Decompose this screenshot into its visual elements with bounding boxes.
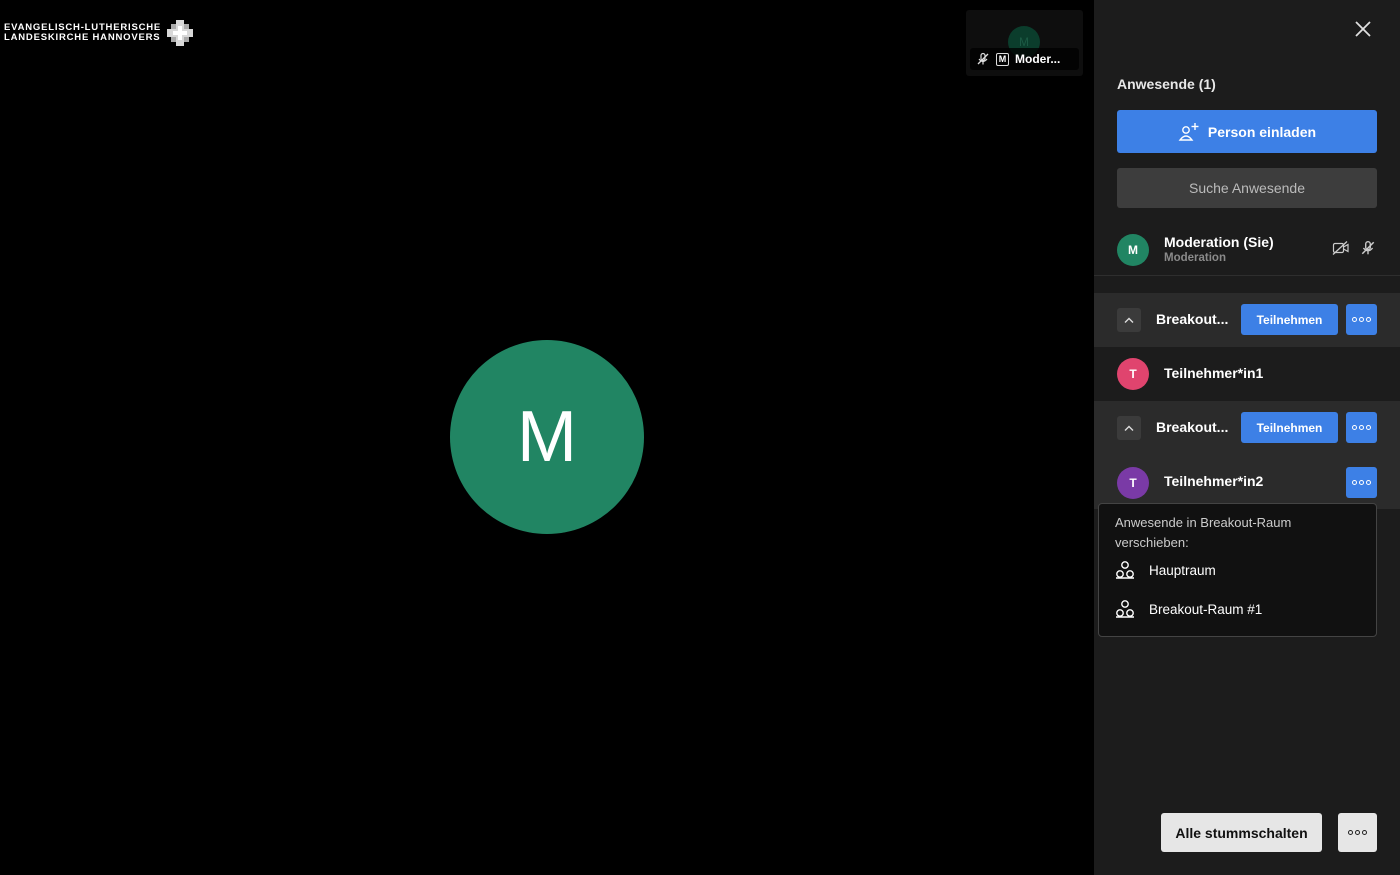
cross-logo-icon bbox=[167, 20, 194, 46]
breakout-room-row: Breakout... Teilnehmen bbox=[1094, 293, 1400, 347]
chevron-up-icon bbox=[1124, 317, 1134, 323]
camera-off-icon[interactable] bbox=[1332, 240, 1350, 256]
participant-status-icons bbox=[1332, 240, 1376, 256]
more-options-icon bbox=[1352, 317, 1371, 322]
invite-person-label: Person einladen bbox=[1207, 123, 1317, 140]
self-participant-row: M Moderation (Sie) Moderation bbox=[1094, 224, 1400, 276]
panel-more-options-button[interactable] bbox=[1338, 813, 1377, 852]
breakout-room-name: Breakout... bbox=[1156, 311, 1229, 327]
logo-line-2: LANDESKIRCHE HANNOVERS bbox=[4, 32, 161, 43]
thumbnail-label-bar: M Moder... bbox=[970, 48, 1079, 70]
avatar: M bbox=[1117, 234, 1149, 266]
rooms-icon bbox=[1116, 561, 1134, 579]
participant-name: Teilnehmer*in1 bbox=[1164, 365, 1264, 381]
menu-title: Anwesende in Breakout-Raum verschieben: bbox=[1115, 515, 1292, 550]
mute-all-button[interactable]: Alle stummschalten bbox=[1161, 813, 1322, 852]
collapse-room-button[interactable] bbox=[1117, 416, 1141, 440]
more-options-icon bbox=[1352, 425, 1371, 430]
menu-item-label: Hauptraum bbox=[1149, 562, 1216, 578]
mic-muted-icon bbox=[977, 52, 989, 65]
menu-item-main-room[interactable]: Hauptraum bbox=[1115, 561, 1216, 579]
mic-muted-icon[interactable] bbox=[1360, 240, 1376, 256]
chevron-up-icon bbox=[1124, 425, 1134, 431]
menu-item-label: Breakout-Raum #1 bbox=[1149, 601, 1263, 617]
menu-item-breakout-room-1[interactable]: Breakout-Raum #1 bbox=[1115, 600, 1262, 618]
close-panel-button[interactable] bbox=[1352, 18, 1374, 40]
more-options-icon bbox=[1352, 480, 1371, 485]
invite-person-button[interactable]: Person einladen bbox=[1117, 110, 1377, 153]
self-view-thumbnail[interactable]: M M Moder... bbox=[966, 10, 1083, 76]
close-icon bbox=[1355, 21, 1371, 37]
participant-role: Moderation bbox=[1164, 252, 1226, 264]
video-stage: EVANGELISCH-LUTHERISCHE LANDESKIRCHE HAN… bbox=[0, 0, 1094, 875]
more-options-icon bbox=[1348, 830, 1367, 835]
panel-title: Anwesende (1) bbox=[1117, 76, 1216, 92]
participants-panel: Anwesende (1) Person einladen M Moderati… bbox=[1094, 0, 1400, 875]
collapse-room-button[interactable] bbox=[1117, 308, 1141, 332]
main-speaker-avatar: M bbox=[450, 340, 644, 534]
breakout-room-row: Breakout... Teilnehmen bbox=[1094, 401, 1400, 455]
participant-more-options-button[interactable] bbox=[1346, 467, 1377, 498]
room-more-options-button[interactable] bbox=[1346, 412, 1377, 443]
thumbnail-name: Moder... bbox=[1015, 52, 1061, 66]
add-person-icon bbox=[1178, 122, 1199, 141]
avatar: T bbox=[1117, 358, 1149, 390]
move-to-room-menu: Anwesende in Breakout-Raum verschieben: … bbox=[1098, 503, 1377, 637]
participant-name: Teilnehmer*in2 bbox=[1164, 473, 1264, 489]
participant-row: T Teilnehmer*in1 bbox=[1094, 347, 1400, 401]
avatar: T bbox=[1117, 467, 1149, 499]
rooms-icon bbox=[1116, 600, 1134, 618]
breakout-room-name: Breakout... bbox=[1156, 419, 1229, 435]
join-room-button[interactable]: Teilnehmen bbox=[1241, 412, 1338, 443]
room-more-options-button[interactable] bbox=[1346, 304, 1377, 335]
church-logo: EVANGELISCH-LUTHERISCHE LANDESKIRCHE HAN… bbox=[4, 20, 194, 46]
participant-name: Moderation (Sie) bbox=[1164, 234, 1274, 250]
search-participants-input[interactable] bbox=[1117, 168, 1377, 208]
moderator-badge-icon: M bbox=[996, 52, 1009, 66]
participant-row: T Teilnehmer*in2 bbox=[1094, 455, 1400, 509]
join-room-button[interactable]: Teilnehmen bbox=[1241, 304, 1338, 335]
